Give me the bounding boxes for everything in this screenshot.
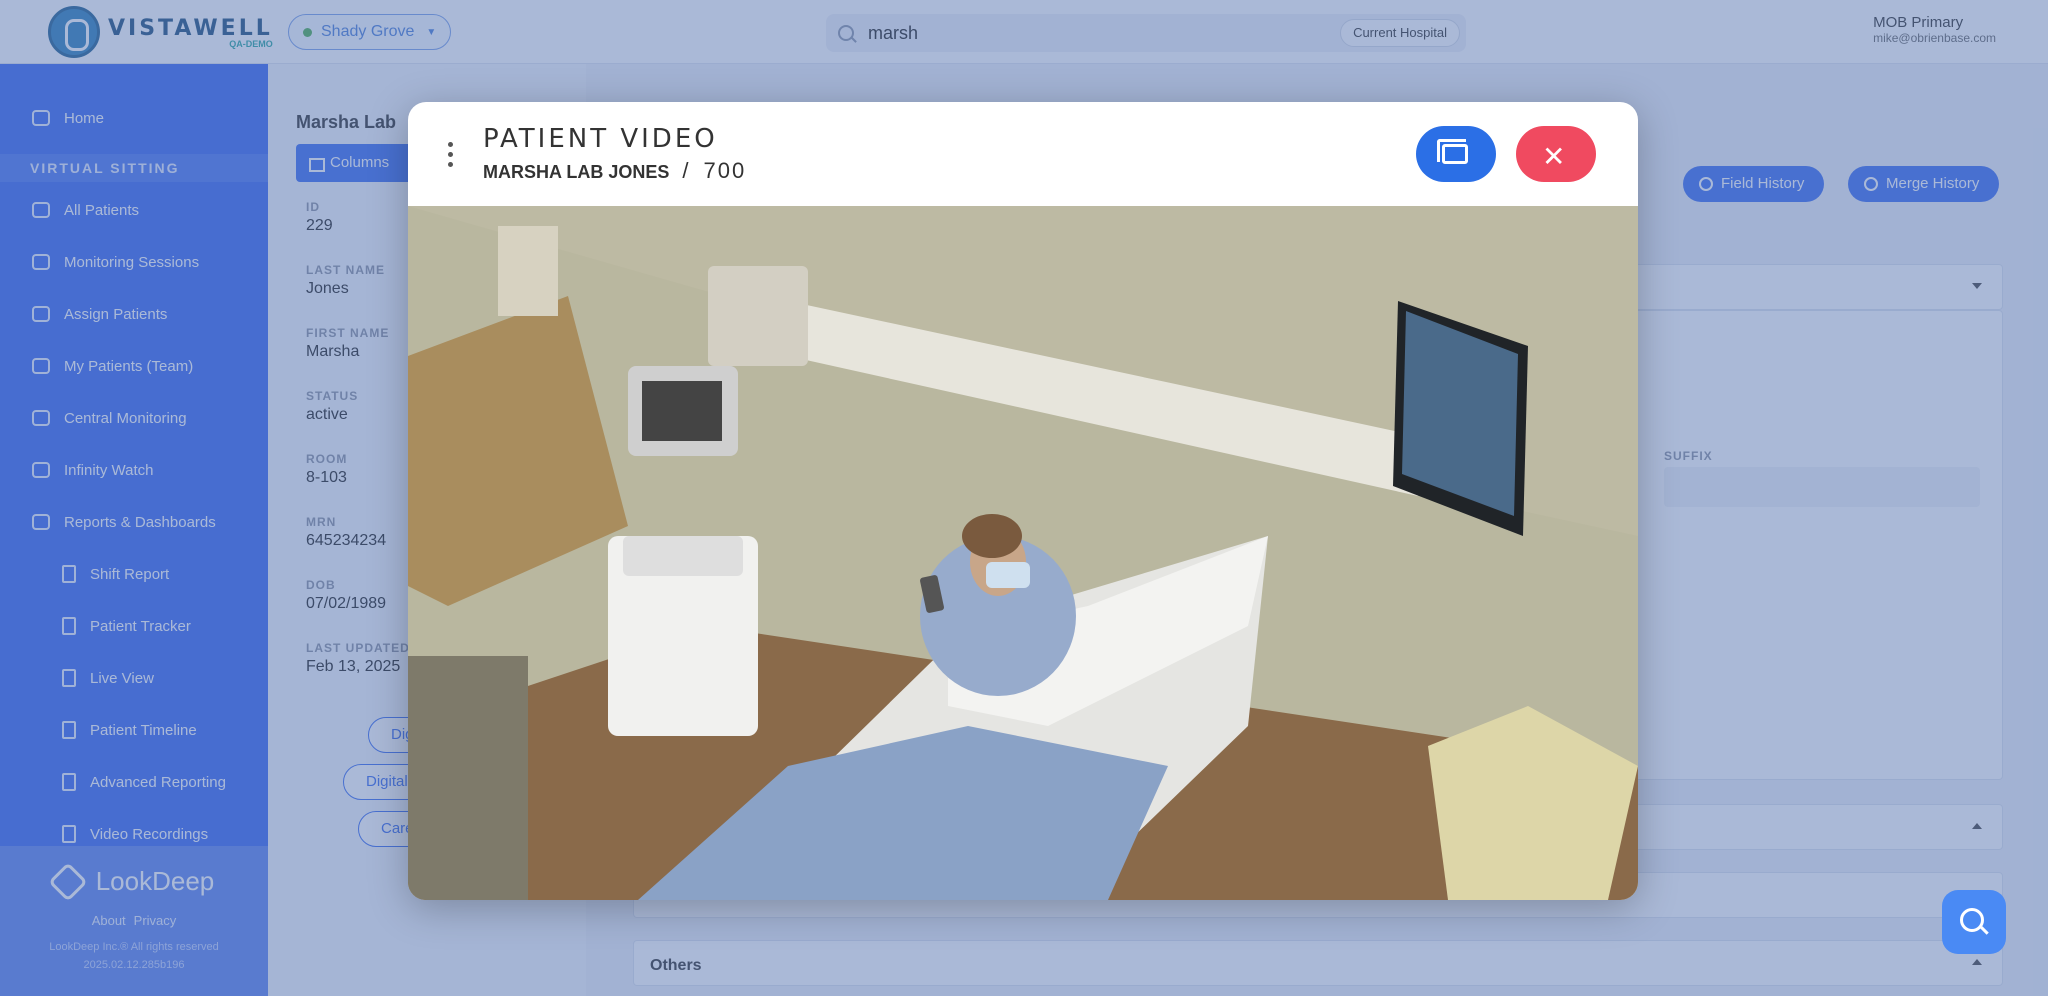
video-feed[interactable] — [408, 206, 1638, 900]
picture-in-picture-button[interactable] — [1416, 126, 1496, 182]
search-icon — [1960, 908, 1984, 932]
picture-in-picture-icon — [1437, 139, 1468, 164]
search-fab[interactable] — [1942, 890, 2006, 954]
hospital-room-video-frame — [408, 206, 1638, 900]
room-separator: / — [682, 158, 691, 183]
modal-subtitle: MARSHA LAB JONES / 700 — [483, 158, 746, 184]
more-options-icon[interactable] — [448, 142, 454, 168]
patient-video-modal: PATIENT VIDEO MARSHA LAB JONES / 700 ✕ — [408, 102, 1638, 900]
room-number: 700 — [703, 158, 747, 183]
close-button[interactable]: ✕ — [1516, 126, 1596, 182]
patient-name: MARSHA LAB JONES — [483, 162, 670, 182]
close-icon: ✕ — [1542, 140, 1566, 173]
modal-title: PATIENT VIDEO — [483, 124, 718, 154]
